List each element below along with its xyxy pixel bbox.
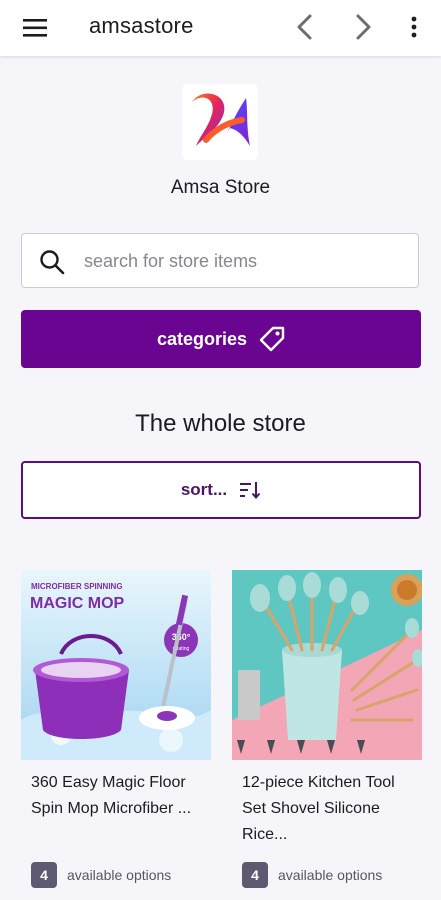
forward-icon[interactable] — [348, 11, 378, 43]
back-icon[interactable] — [290, 11, 320, 43]
sort-icon — [240, 482, 261, 500]
search-box[interactable] — [21, 233, 419, 288]
store-logo-icon — [192, 93, 250, 146]
menu-icon[interactable] — [21, 15, 49, 41]
product-name[interactable]: 12-piece Kitchen Tool Set Shovel Silicon… — [232, 770, 412, 848]
options-row: 4 available options — [242, 862, 382, 888]
app-title: amsastore — [89, 13, 194, 38]
search-input[interactable] — [82, 243, 406, 279]
product-image[interactable]: MICROFIBER SPINNING MAGIC MOP 360° rotat… — [21, 570, 211, 760]
search-icon — [40, 250, 65, 275]
sort-button-label: sort... — [180, 480, 228, 499]
tag-icon — [259, 326, 285, 352]
options-row: 4 available options — [31, 862, 171, 888]
product-card[interactable]: 12-piece Kitchen Tool Set Shovel Silicon… — [232, 570, 422, 888]
image-title: MAGIC MOP — [30, 595, 125, 612]
product-card[interactable]: MICROFIBER SPINNING MAGIC MOP 360° rotat… — [21, 570, 211, 888]
options-count-badge: 4 — [242, 862, 268, 888]
product-name[interactable]: 360 Easy Magic Floor Spin Mop Microfiber… — [21, 770, 201, 822]
categories-button-label: categories — [156, 328, 248, 349]
image-badge: 360° — [172, 632, 191, 642]
app-bar: amsastore — [0, 0, 441, 56]
store-name: Amsa Store — [170, 177, 271, 198]
product-image[interactable] — [232, 570, 422, 760]
sort-button[interactable]: sort... — [21, 461, 421, 519]
image-caption: MICROFIBER SPINNING — [31, 582, 123, 591]
categories-button[interactable]: categories — [21, 310, 421, 368]
options-count-badge: 4 — [31, 862, 57, 888]
section-title: The whole store — [135, 410, 306, 437]
options-label: available options — [278, 867, 383, 883]
more-vert-icon[interactable] — [405, 14, 423, 40]
store-logo — [182, 84, 258, 160]
options-label: available options — [67, 867, 172, 883]
